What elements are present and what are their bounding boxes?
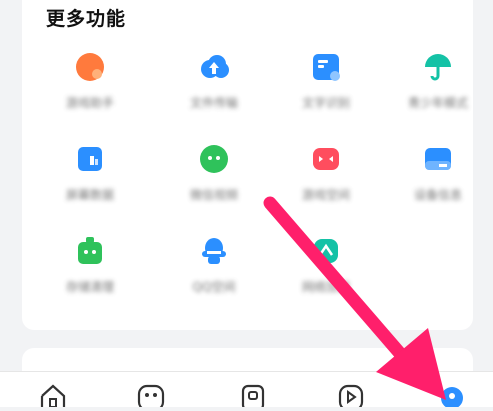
feature-label: 青少年模式 xyxy=(407,96,469,110)
feature-item-teen-mode[interactable]: 青少年模式 xyxy=(382,46,493,118)
cloud-upload-icon xyxy=(199,52,229,82)
feature-item-device-info[interactable]: 设备信息 xyxy=(382,138,493,210)
chat-bubble-icon xyxy=(199,144,229,174)
section-title: 更多功能 xyxy=(46,8,127,30)
feature-label: 屏幕数据 xyxy=(65,188,115,202)
feature-label: 网络加速 xyxy=(301,280,351,294)
feature-item-text-recognition[interactable]: 文字识别 xyxy=(270,46,382,118)
feature-label: 存储清理 xyxy=(65,280,115,294)
feature-label: 微信视频 xyxy=(189,188,239,202)
game-icon xyxy=(75,52,105,82)
feature-label: 设备信息 xyxy=(413,188,463,202)
play-icon[interactable] xyxy=(336,382,366,411)
doc-scan-icon xyxy=(311,52,341,82)
feature-item-qq-space[interactable]: QQ空间 xyxy=(158,230,270,302)
feature-label: 文字识别 xyxy=(301,96,351,110)
feature-label: QQ空间 xyxy=(192,280,236,294)
umbrella-icon xyxy=(423,52,453,82)
feature-label: 文件传输 xyxy=(189,96,239,110)
feature-item-game-assistant[interactable]: 游戏助手 xyxy=(22,46,158,118)
bottom-tab-bar xyxy=(0,371,493,411)
feature-label: 游戏空间 xyxy=(301,188,351,202)
stats-icon xyxy=(75,144,105,174)
feature-item-file-transfer[interactable]: 文件传输 xyxy=(158,46,270,118)
feature-item-network-boost[interactable]: 网络加速 xyxy=(270,230,382,302)
qq-icon xyxy=(199,236,229,266)
home-icon[interactable] xyxy=(38,382,68,408)
cleaner-icon xyxy=(75,236,105,266)
feature-item-storage-clean[interactable]: 存储清理 xyxy=(22,230,158,302)
profile-icon[interactable] xyxy=(437,382,467,409)
card-icon xyxy=(423,144,453,174)
feature-item-game-space[interactable]: 游戏空间 xyxy=(270,138,382,210)
speed-icon xyxy=(311,236,341,266)
feature-label: 游戏助手 xyxy=(65,96,115,110)
feature-grid: 游戏助手 文件传输 文字识别 青少年模式 屏幕数据 微信视频 游戏空间 设备信息… xyxy=(0,46,493,302)
video-icon[interactable] xyxy=(238,382,268,411)
discover-icon[interactable] xyxy=(136,382,166,411)
gamepad-icon xyxy=(311,144,341,174)
feature-item-screen-data[interactable]: 屏幕数据 xyxy=(22,138,158,210)
feature-item-wechat-video[interactable]: 微信视频 xyxy=(158,138,270,210)
